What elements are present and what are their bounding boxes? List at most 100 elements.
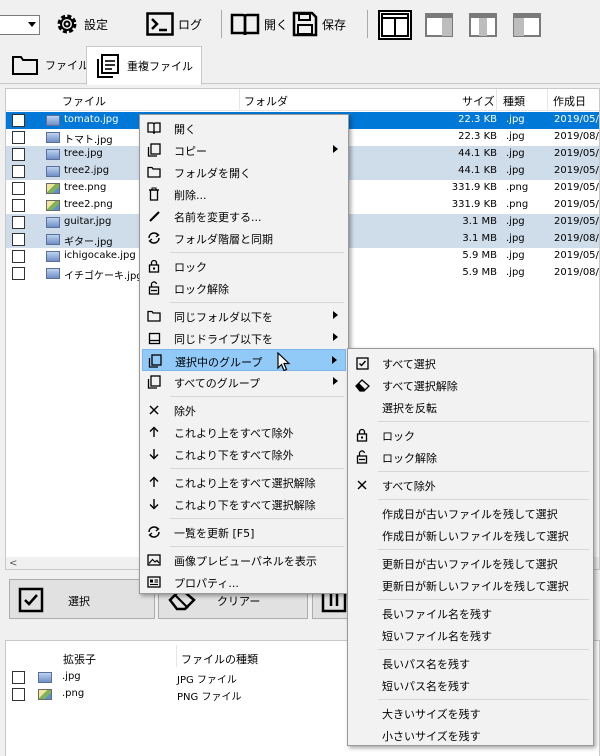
layout-preview-right-button[interactable]: [422, 10, 456, 40]
menu-item-lock[interactable]: ロック: [142, 255, 346, 277]
row-checkbox[interactable]: [12, 114, 25, 127]
row-checkbox[interactable]: [12, 216, 25, 229]
submenu-item-keep-small[interactable]: 小さいサイズを残す: [350, 724, 591, 746]
row-checkbox[interactable]: [12, 165, 25, 178]
menu-item-unlock[interactable]: ロック解除: [142, 277, 346, 299]
submenu-item-deselect-all[interactable]: すべて選択解除: [350, 374, 591, 396]
menu-item-deselect-below[interactable]: これより下をすべて選択解除: [142, 493, 346, 515]
submenu-item-keep-oldest-modified[interactable]: 更新日が古いファイルを残して選択: [350, 552, 591, 574]
close-icon: [354, 477, 370, 493]
submenu-item-unlock[interactable]: ロック解除: [350, 446, 591, 468]
submenu-arrow-icon: [333, 311, 338, 319]
column-header-file[interactable]: ファイル: [62, 93, 106, 109]
submenu-item-keep-large[interactable]: 大きいサイズを残す: [350, 702, 591, 724]
lock-icon: [354, 427, 370, 443]
extension-file-type: JPG ファイル: [177, 675, 237, 686]
layout-two-panes-button[interactable]: [378, 10, 412, 40]
row-checkbox[interactable]: [12, 199, 25, 212]
settings-button[interactable]: 設定: [54, 10, 108, 38]
menu-item-selected-group[interactable]: 選択中のグループ: [142, 349, 346, 371]
open-button[interactable]: 開く: [230, 10, 288, 38]
row-checkbox[interactable]: [12, 148, 25, 161]
file-name: guitar.jpg: [64, 216, 112, 227]
submenu-item-keep-short-path[interactable]: 短いパス名を残す: [350, 674, 591, 696]
mouse-cursor-icon: [277, 352, 291, 372]
column-header-created[interactable]: 作成日: [553, 93, 586, 109]
copy-icon: [146, 374, 162, 390]
file-size: 3.1 MB: [462, 233, 497, 244]
tab-files[interactable]: ファイル: [3, 46, 97, 84]
preview-center-layout-icon: [469, 13, 497, 37]
menu-item-label: 同じフォルダ以下を: [174, 311, 273, 324]
menu-item-label: 短いファイル名を残す: [382, 630, 492, 643]
column-header-size[interactable]: サイズ: [462, 93, 495, 109]
layout-preview-left-button[interactable]: [510, 10, 544, 40]
menu-item-deselect-above[interactable]: これより上をすべて選択解除: [142, 471, 346, 493]
menu-item-sync-folder[interactable]: フォルダ階層と同期: [142, 227, 346, 249]
submenu-item-exclude-all[interactable]: すべて除外: [350, 474, 591, 496]
row-checkbox[interactable]: [12, 671, 25, 684]
menu-item-delete[interactable]: 削除...: [142, 183, 346, 205]
png-file-icon: [38, 689, 52, 700]
menu-item-exclude-above[interactable]: これより上をすべて除外: [142, 421, 346, 443]
row-checkbox[interactable]: [12, 131, 25, 144]
menu-item-label: ロック解除: [174, 283, 229, 296]
menu-separator: [170, 546, 344, 547]
arrow-down-icon: [146, 496, 162, 512]
submenu-item-lock[interactable]: ロック: [350, 424, 591, 446]
menu-item-label: コピー: [174, 145, 207, 158]
layout-preview-center-button[interactable]: [466, 10, 500, 40]
menu-item-properties[interactable]: プロパティ...: [142, 571, 346, 593]
file-size: 331.9 KB: [451, 182, 497, 193]
arrow-down-icon: [146, 446, 162, 462]
submenu-item-keep-short-name[interactable]: 短いファイル名を残す: [350, 624, 591, 646]
submenu-item-keep-newest-modified[interactable]: 更新日が新しいファイルを残して選択: [350, 574, 591, 596]
menu-item-label: すべてのグループ: [174, 377, 261, 390]
column-header-type[interactable]: 種類: [503, 93, 525, 109]
submenu-item-keep-oldest-created[interactable]: 作成日が古いファイルを残して選択: [350, 502, 591, 524]
menu-item-rename[interactable]: 名前を変更する...: [142, 205, 346, 227]
row-checkbox[interactable]: [12, 688, 25, 701]
column-header-file-type[interactable]: ファイルの種類: [181, 651, 258, 667]
menu-item-same-folder[interactable]: 同じフォルダ以下を: [142, 305, 346, 327]
row-checkbox[interactable]: [12, 233, 25, 246]
save-label: 保存: [322, 17, 347, 32]
menu-item-all-groups[interactable]: すべてのグループ: [142, 371, 346, 393]
menu-item-exclude-below[interactable]: これより下をすべて除外: [142, 443, 346, 465]
row-checkbox[interactable]: [12, 250, 25, 263]
menu-item-copy[interactable]: コピー: [142, 139, 346, 161]
submenu-item-select-all[interactable]: すべて選択: [350, 352, 591, 374]
unlock-icon: [354, 449, 370, 465]
save-button[interactable]: 保存: [292, 10, 346, 38]
menu-item-show-preview[interactable]: 画像プレビューパネルを表示: [142, 549, 346, 571]
png-file-icon: [46, 183, 60, 194]
scroll-left-arrow-icon[interactable]: <: [9, 558, 17, 569]
copy-icon: [147, 353, 163, 369]
lock-icon: [146, 258, 162, 274]
column-header-extension[interactable]: 拡張子: [63, 651, 96, 667]
row-checkbox[interactable]: [12, 267, 25, 280]
column-header-folder[interactable]: フォルダ: [244, 93, 288, 109]
menu-item-label: 一覧を更新 [F5]: [174, 527, 255, 540]
menu-item-exclude[interactable]: 除外: [142, 399, 346, 421]
menu-item-open[interactable]: 開く: [142, 117, 346, 139]
menu-item-open-folder[interactable]: フォルダを開く: [142, 161, 346, 183]
file-type: .png: [506, 182, 529, 193]
file-name: tree.png: [64, 182, 107, 193]
file-type: .jpg: [506, 148, 525, 159]
submenu-item-keep-long-name[interactable]: 長いファイル名を残す: [350, 602, 591, 624]
context-menu: 開く コピー フォルダを開く 削除... 名前を変更する... フォルダ階層と同…: [139, 114, 349, 594]
submenu-item-keep-long-path[interactable]: 長いパス名を残す: [350, 652, 591, 674]
column-divider: [547, 89, 548, 111]
tab-duplicates[interactable]: 重複ファイル: [86, 46, 202, 85]
menu-item-refresh[interactable]: 一覧を更新 [F5]: [142, 521, 346, 543]
submenu-item-invert[interactable]: 選択を反転: [350, 396, 591, 418]
submenu-arrow-icon: [333, 145, 338, 153]
file-date: 2019/05/: [554, 216, 599, 227]
log-button[interactable]: ログ: [146, 10, 202, 38]
submenu-item-keep-newest-created[interactable]: 作成日が新しいファイルを残して選択: [350, 524, 591, 546]
select-button[interactable]: 選択: [9, 579, 155, 619]
menu-item-same-drive[interactable]: 同じドライブ以下を: [142, 327, 346, 349]
row-checkbox[interactable]: [12, 182, 25, 195]
toolbar-combo[interactable]: [0, 15, 40, 35]
